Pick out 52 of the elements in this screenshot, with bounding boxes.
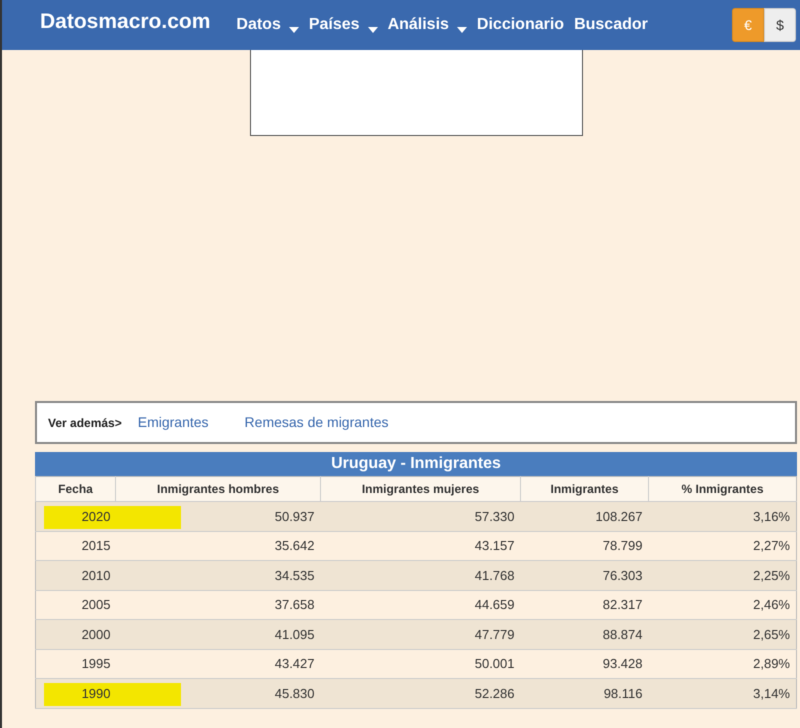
column-header: % Inmigrantes (648, 476, 796, 502)
see-also-link[interactable]: Remesas de migrantes (244, 412, 388, 433)
table-cell: 41.768 (320, 560, 520, 590)
table-cell: 47.779 (320, 620, 520, 649)
table-cell: 93.428 (520, 649, 648, 678)
table-cell: 43.157 (320, 531, 520, 560)
table-cell: 35.642 (116, 531, 320, 560)
table-cell: 1990 (82, 686, 110, 700)
table-cell: 88.874 (520, 620, 648, 649)
table-cell: 82.317 (520, 590, 648, 620)
table-cell: 2005 (82, 597, 110, 612)
table-cell: 2015 (82, 538, 110, 553)
nav-menu-item[interactable]: Países (308, 13, 378, 37)
table-cell: 78.799 (520, 531, 648, 560)
table-cell: 2010 (82, 568, 110, 582)
table-cell: 2,46% (648, 590, 796, 620)
table-cell: 2,65% (648, 620, 796, 649)
table-cell: 50.001 (320, 649, 520, 678)
table-cell: 2020 (82, 508, 110, 524)
table-cell: 2000 (82, 626, 110, 642)
table-cell: 2,89% (648, 649, 796, 678)
see-also-label: Ver además> (48, 414, 122, 432)
table-cell: 2,25% (648, 560, 796, 590)
table-cell: 57.330 (320, 502, 520, 531)
table-cell: 1995 (82, 656, 110, 671)
table-cell: 3,16% (648, 502, 796, 531)
site-logo[interactable]: Datosmacro.com (40, 6, 210, 38)
table-cell: 98.116 (520, 678, 648, 708)
currency-button[interactable]: $ (764, 8, 796, 42)
column-header: Fecha (36, 476, 116, 502)
table-cell: 2,27% (648, 531, 796, 560)
table-cell: 108.267 (520, 502, 648, 531)
nav-menu-item[interactable]: Análisis (388, 13, 467, 37)
nav-menu-item[interactable]: Diccionario (476, 13, 564, 37)
nav-menu-item[interactable]: Buscador (574, 13, 648, 37)
table-cell: 52.286 (320, 678, 520, 708)
table-cell: 3,14% (648, 678, 796, 708)
caret-icon (456, 26, 467, 32)
column-header: Inmigrantes (520, 476, 648, 502)
see-also-link[interactable]: Emigrantes (138, 412, 209, 433)
table-cell: 41.095 (116, 620, 320, 649)
table-title: Uruguay - Inmigrantes (35, 452, 797, 476)
column-header: Inmigrantes mujeres (320, 476, 520, 502)
table-cell: 43.427 (116, 649, 320, 678)
table-cell: 44.659 (320, 590, 520, 620)
caret-icon (368, 26, 378, 32)
column-header: Inmigrantes hombres (116, 476, 320, 502)
nav-menu-item[interactable]: Datos (236, 13, 299, 37)
table-cell: 34.535 (116, 560, 320, 590)
caret-icon (288, 26, 299, 32)
table-cell: 76.303 (520, 560, 648, 590)
table-cell: 37.658 (116, 590, 320, 620)
